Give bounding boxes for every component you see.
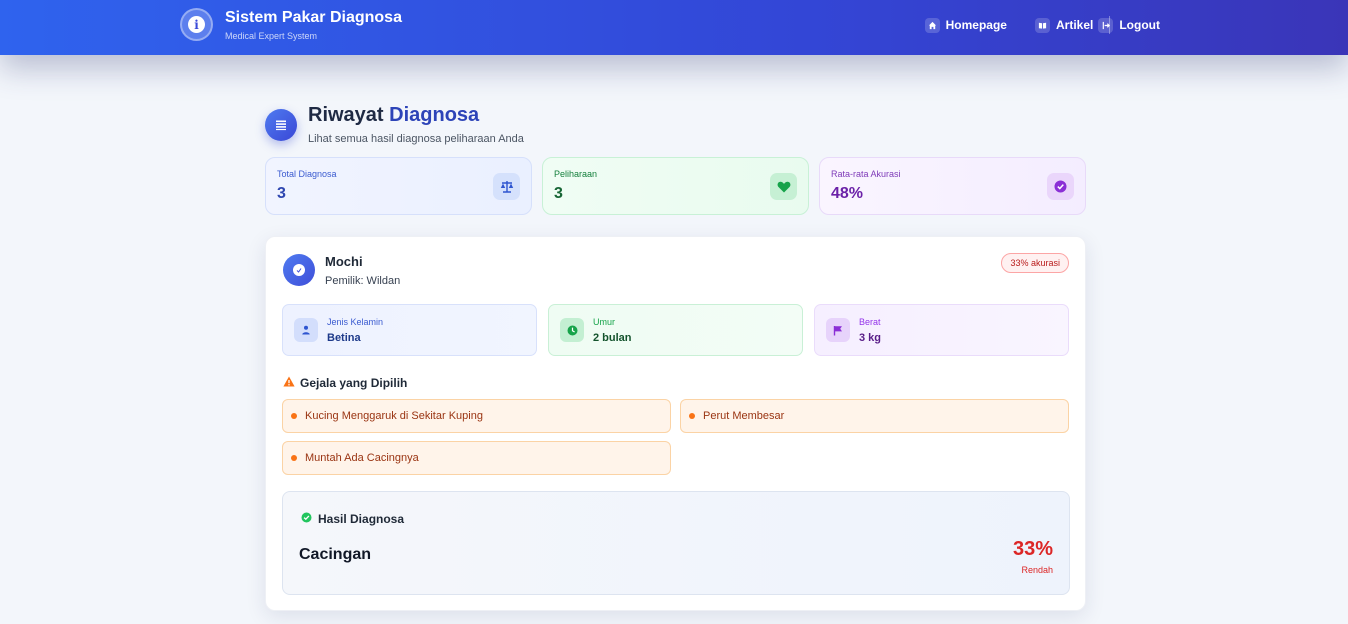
pet-avatar (283, 254, 315, 286)
brand[interactable]: i Sistem Pakar Diagnosa Medical Expert S… (180, 8, 402, 41)
nav-homepage[interactable]: Homepage (924, 17, 1007, 33)
symptoms-heading: Gejala yang Dipilih (283, 374, 407, 392)
info-label: Umur (593, 316, 615, 327)
main-nav: Homepage Artikel Logout (924, 16, 1160, 34)
heart-icon (770, 173, 797, 200)
info-value: 2 bulan (593, 331, 632, 344)
nav-artikel[interactable]: Artikel (1034, 17, 1094, 33)
pet-owner: Pemilik: Wildan (325, 275, 401, 287)
paw-icon (293, 264, 305, 276)
check-circle-icon (301, 510, 312, 528)
info-label: Berat (859, 316, 881, 327)
clock-icon (560, 318, 584, 342)
symptoms-title: Gejala yang Dipilih (300, 376, 408, 390)
stat-value: 48% (831, 185, 864, 202)
stat-rata-rata-akurasi: Rata-rata Akurasi 48% (819, 157, 1086, 215)
person-icon (294, 318, 318, 342)
diagnosis-card: Mochi Pemilik: Wildan 33% akurasi Jenis … (265, 236, 1086, 611)
info-value: 3 kg (859, 331, 882, 344)
stat-total-diagnosa: Total Diagnosa 3 (265, 157, 532, 215)
result-heading: Hasil Diagnosa (301, 510, 404, 528)
list-icon (265, 109, 297, 141)
stat-label: Total Diagnosa (277, 169, 337, 179)
info-label: Jenis Kelamin (327, 316, 384, 327)
info-berat: Berat 3 kg (814, 304, 1069, 356)
result-disease: Cacingan (299, 546, 372, 563)
symptom-item: Kucing Menggaruk di Sekitar Kuping (282, 399, 671, 433)
scale-icon (493, 173, 520, 200)
accuracy-badge: 33% akurasi (1001, 253, 1069, 273)
info-jenis-kelamin: Jenis Kelamin Betina (282, 304, 537, 356)
pet-info-row: Jenis Kelamin Betina Umur 2 bulan Berat … (282, 304, 1080, 356)
nav-logout-label: Logout (1119, 18, 1160, 32)
stat-label: Rata-rata Akurasi (831, 169, 901, 179)
page-title: Riwayat Diagnosa (308, 104, 480, 126)
stat-value: 3 (277, 185, 286, 202)
info-umur: Umur 2 bulan (548, 304, 803, 356)
home-icon (924, 17, 940, 33)
flag-icon (826, 318, 850, 342)
nav-homepage-label: Homepage (945, 18, 1007, 32)
symptom-item: Muntah Ada Cacingnya (282, 441, 671, 475)
book-icon (1034, 17, 1050, 33)
info-icon: i (180, 8, 213, 41)
warning-icon (283, 374, 295, 392)
nav-artikel-label: Artikel (1055, 18, 1094, 32)
stats-row: Total Diagnosa 3 Peliharaan 3 Rata-rata … (265, 157, 1096, 215)
nav-logout[interactable]: Logout (1098, 17, 1160, 33)
symptom-item: Perut Membesar (680, 399, 1069, 433)
page-subtitle: Lihat semua hasil diagnosa peliharaan An… (308, 133, 524, 145)
page-header: Riwayat Diagnosa Lihat semua hasil diagn… (265, 104, 524, 145)
result-percentage: 33% (1012, 538, 1053, 560)
logout-icon (1098, 17, 1114, 33)
top-navbar: i Sistem Pakar Diagnosa Medical Expert S… (0, 0, 1348, 55)
result-level: Rendah (1021, 565, 1053, 575)
diagnosis-result: Hasil Diagnosa Cacingan 33% Rendah (282, 491, 1070, 595)
result-heading-label: Hasil Diagnosa (318, 512, 405, 526)
pet-name: Mochi (325, 254, 363, 269)
stat-value: 3 (554, 185, 563, 202)
symptoms-list: Kucing Menggaruk di Sekitar Kuping Perut… (282, 399, 1070, 475)
stat-peliharaan: Peliharaan 3 (542, 157, 809, 215)
brand-subtitle: Medical Expert System (225, 30, 318, 41)
stat-label: Peliharaan (554, 169, 598, 179)
brand-title: Sistem Pakar Diagnosa (225, 8, 402, 26)
info-value: Betina (327, 331, 361, 344)
check-circle-icon (1047, 173, 1074, 200)
